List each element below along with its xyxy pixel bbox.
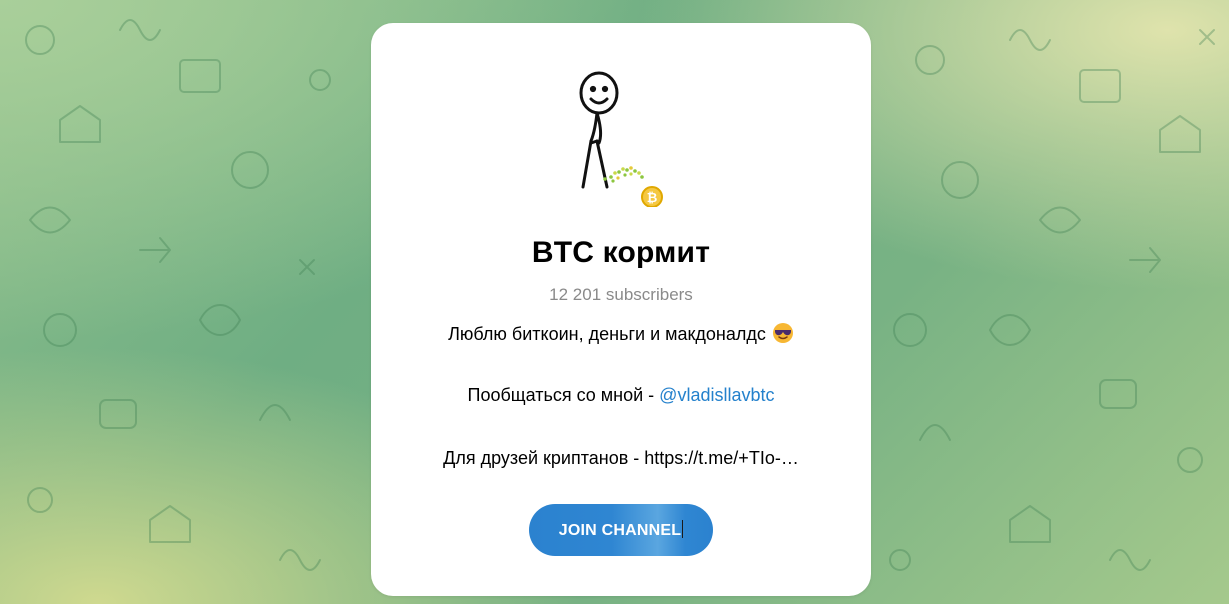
svg-text:₿: ₿ xyxy=(647,191,658,206)
description-line-1: Люблю биткоин, деньги и макдоналдс xyxy=(371,322,871,345)
stick-figure-bitcoin-icon: ₿ xyxy=(579,71,663,207)
description-line-3: Для друзей криптанов - https://t.me/+TIo… xyxy=(443,448,799,468)
contact-handle-link[interactable]: @vladisllavbtc xyxy=(659,385,774,405)
subscriber-count: 12 201 subscribers xyxy=(549,285,693,304)
description-text-2: Пообщаться со мной - xyxy=(467,385,660,405)
join-channel-button[interactable]: JOIN CHANNEL xyxy=(529,504,713,556)
channel-title: BTC кормит xyxy=(531,236,711,269)
channel-card: ₿ BTC кормит 12 201 subscribers Люблю би… xyxy=(371,23,871,596)
join-channel-label: JOIN CHANNEL xyxy=(558,522,682,539)
smiling-face-with-sunglasses-icon xyxy=(772,323,793,343)
description-text-1: Люблю биткоин, деньги и макдоналдс xyxy=(448,324,766,344)
text-cursor xyxy=(682,520,684,538)
description-line-2: Пообщаться со мной - @vladisllavbtc xyxy=(371,385,871,406)
